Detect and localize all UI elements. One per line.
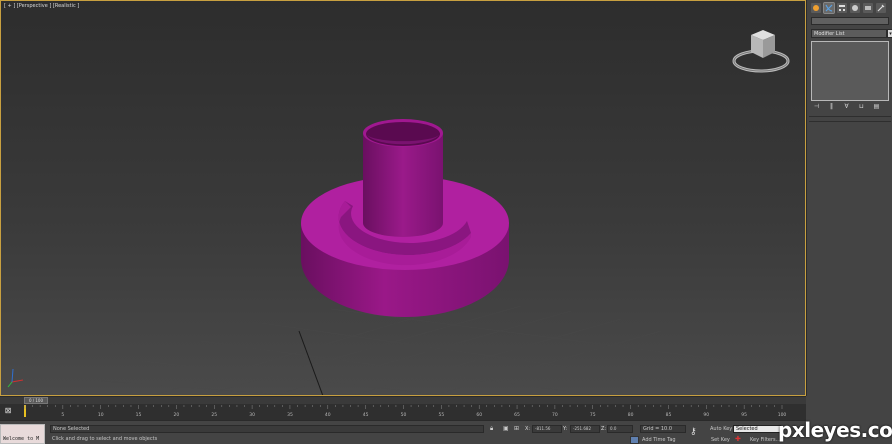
selection-info: None Selected (50, 425, 484, 433)
grid-size-readout: Grid = 10.0 (640, 425, 686, 433)
key-filters-icon[interactable]: ✚ (735, 435, 741, 443)
utilities-icon[interactable] (876, 3, 886, 13)
frame-tick-label: 75 (590, 412, 596, 418)
time-slider[interactable]: 0 / 100 (0, 396, 806, 404)
frame-tick-label: 85 (666, 412, 672, 418)
remove-modifier-icon[interactable]: ⊔ (857, 103, 866, 110)
motion-icon[interactable] (850, 3, 860, 13)
key-icon[interactable]: ⚷ (690, 427, 697, 437)
maxscript-listener[interactable]: Welcome to M (0, 424, 45, 444)
command-panel-tabs (811, 2, 886, 14)
x-label: X: (525, 426, 531, 432)
y-coordinate-field[interactable]: -251.682 (570, 425, 600, 433)
frame-tick-label: 70 (552, 412, 558, 418)
chevron-down-icon[interactable]: ▾ (887, 29, 892, 38)
panel-divider (809, 121, 891, 122)
viewcube-icon[interactable] (729, 25, 791, 79)
frame-tick-label: 25 (211, 412, 217, 418)
frame-tick-label: 15 (136, 412, 142, 418)
command-panel: Modifier List ▾ ⊣ ‖ ∀ ⊔ ▤ (806, 0, 892, 396)
create-icon[interactable] (811, 3, 821, 13)
object-name-field[interactable] (811, 17, 889, 25)
frame-tick-label: 55 (438, 412, 444, 418)
frame-tick-label: 45 (363, 412, 369, 418)
axis-tripod-icon (7, 368, 24, 388)
frame-tick-label: 50 (401, 412, 407, 418)
selection-lock-icon[interactable]: 🔒︎ (490, 425, 493, 433)
key-selection-dropdown[interactable]: Selected (733, 425, 781, 433)
frame-tick-label: 65 (514, 412, 520, 418)
frame-tick-label: 35 (287, 412, 293, 418)
frame-tick-label: 90 (703, 412, 709, 418)
y-label: Y: (563, 426, 568, 432)
show-end-result-icon[interactable]: ‖ (827, 103, 836, 110)
add-time-tag-label[interactable]: Add Time Tag (642, 437, 676, 443)
isolate-icon[interactable]: ⊞ (514, 425, 519, 432)
z-coordinate-field[interactable]: 0.0 (607, 425, 633, 433)
frame-tick-label: 20 (174, 412, 180, 418)
stack-toolbar: ⊣ ‖ ∀ ⊔ ▤ (812, 103, 881, 110)
modifier-list-dropdown[interactable]: Modifier List (811, 29, 887, 38)
frame-tick-label: 40 (325, 412, 331, 418)
add-time-tag-icon[interactable] (630, 436, 639, 444)
key-filters-button[interactable]: Key Filters... (750, 437, 780, 443)
modify-icon[interactable] (823, 2, 835, 14)
frame-ruler: 5 10 15 20 25 30 35 40 45 50 55 60 65 70 75 80 85 90 95 100 (24, 405, 786, 418)
viewport-label[interactable]: [ + ] [Perspective ] [Realistic ] (4, 3, 79, 9)
hierarchy-icon[interactable] (837, 3, 847, 13)
time-slider-thumb[interactable]: 0 / 100 (24, 397, 48, 404)
make-unique-icon[interactable]: ∀ (842, 103, 851, 110)
set-key-button[interactable]: Set Key (711, 437, 730, 443)
prompt-line: Click and drag to select and move object… (52, 436, 158, 442)
watermark: pxleyes.com (778, 418, 892, 442)
configure-sets-icon[interactable]: ▤ (872, 103, 881, 110)
magenta-model[interactable] (1, 1, 806, 396)
panel-divider (809, 116, 891, 117)
track-bar[interactable]: ⊠ 5 10 15 20 25 30 35 40 45 50 55 60 65 70 75 80 85 90 95 1… (0, 404, 806, 420)
x-coordinate-field[interactable]: -811.56 (532, 425, 562, 433)
maxscript-text: Welcome to M (3, 436, 40, 442)
frame-tick-label: 80 (628, 412, 634, 418)
frame-tick-label: 5 (61, 412, 64, 418)
perspective-viewport[interactable]: [ + ] [Perspective ] [Realistic ] (0, 0, 806, 396)
frame-tick-label: 60 (476, 412, 482, 418)
modifier-stack[interactable] (811, 41, 889, 101)
display-icon[interactable] (863, 3, 873, 13)
frame-tick-label: 95 (741, 412, 747, 418)
status-bar: Welcome to M None Selected Click and dra… (0, 420, 806, 444)
auto-key-button[interactable]: Auto Key (710, 426, 732, 432)
z-label: Z: (601, 426, 607, 432)
absolute-mode-icon[interactable]: ▣ (503, 425, 509, 432)
pin-stack-icon[interactable]: ⊣ (812, 103, 821, 110)
frame-tick-label: 10 (98, 412, 104, 418)
frame-tick-label: 30 (249, 412, 255, 418)
